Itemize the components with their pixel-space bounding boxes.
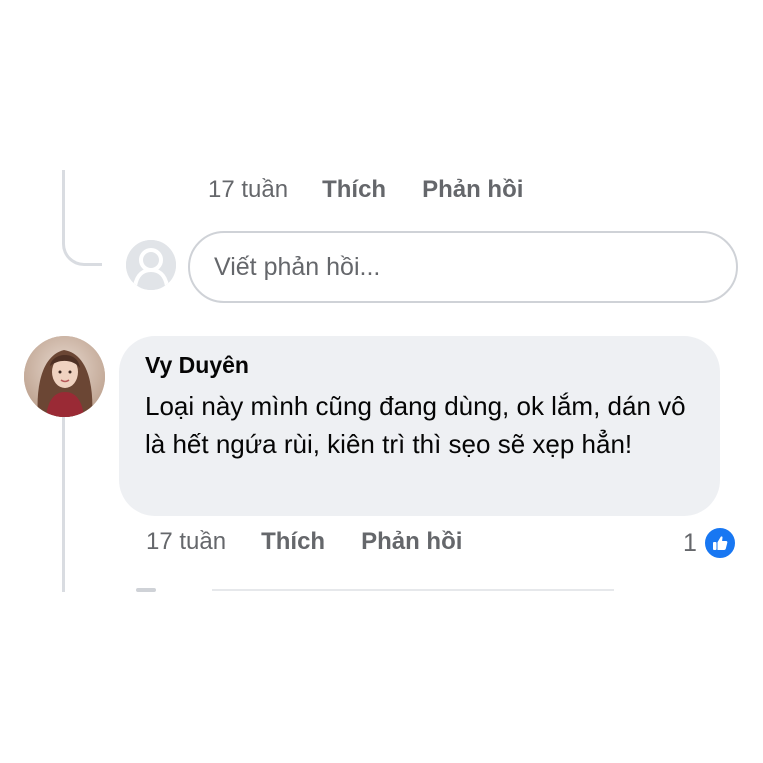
reaction-summary[interactable]: 1 [683,526,737,560]
thread-connector-line [62,170,102,266]
reply-button[interactable]: Phản hồi [361,528,462,556]
like-button[interactable]: Thích [322,176,386,204]
profile-photo-icon [24,336,105,417]
comment-actions: 17 tuần Thích Phản hồi [146,528,462,556]
comment-timestamp[interactable]: 17 tuần [208,176,288,204]
reply-input[interactable] [188,231,738,303]
like-button[interactable]: Thích [261,528,325,556]
comment-timestamp[interactable]: 17 tuần [146,528,226,556]
comment-thread: 17 tuần Thích Phản hồi Viết phản hồi... … [0,0,763,763]
next-comment-preview [212,589,614,591]
avatar [126,240,176,290]
reaction-count: 1 [683,528,697,557]
thumbs-up-icon [702,526,737,560]
reply-button[interactable]: Phản hồi [422,176,523,204]
default-avatar-icon [126,240,176,290]
thread-connector-line [62,410,65,592]
next-comment-avatar [136,588,156,592]
previous-comment-actions: 17 tuần Thích Phản hồi [208,176,523,204]
avatar[interactable] [24,336,105,417]
comment-author[interactable]: Vy Duyên [145,352,696,379]
comment-text: Loại này mình cũng đang dùng, ok lắm, dá… [145,391,686,459]
comment-bubble: Vy Duyên Loại này mình cũng đang dùng, o… [119,336,720,516]
